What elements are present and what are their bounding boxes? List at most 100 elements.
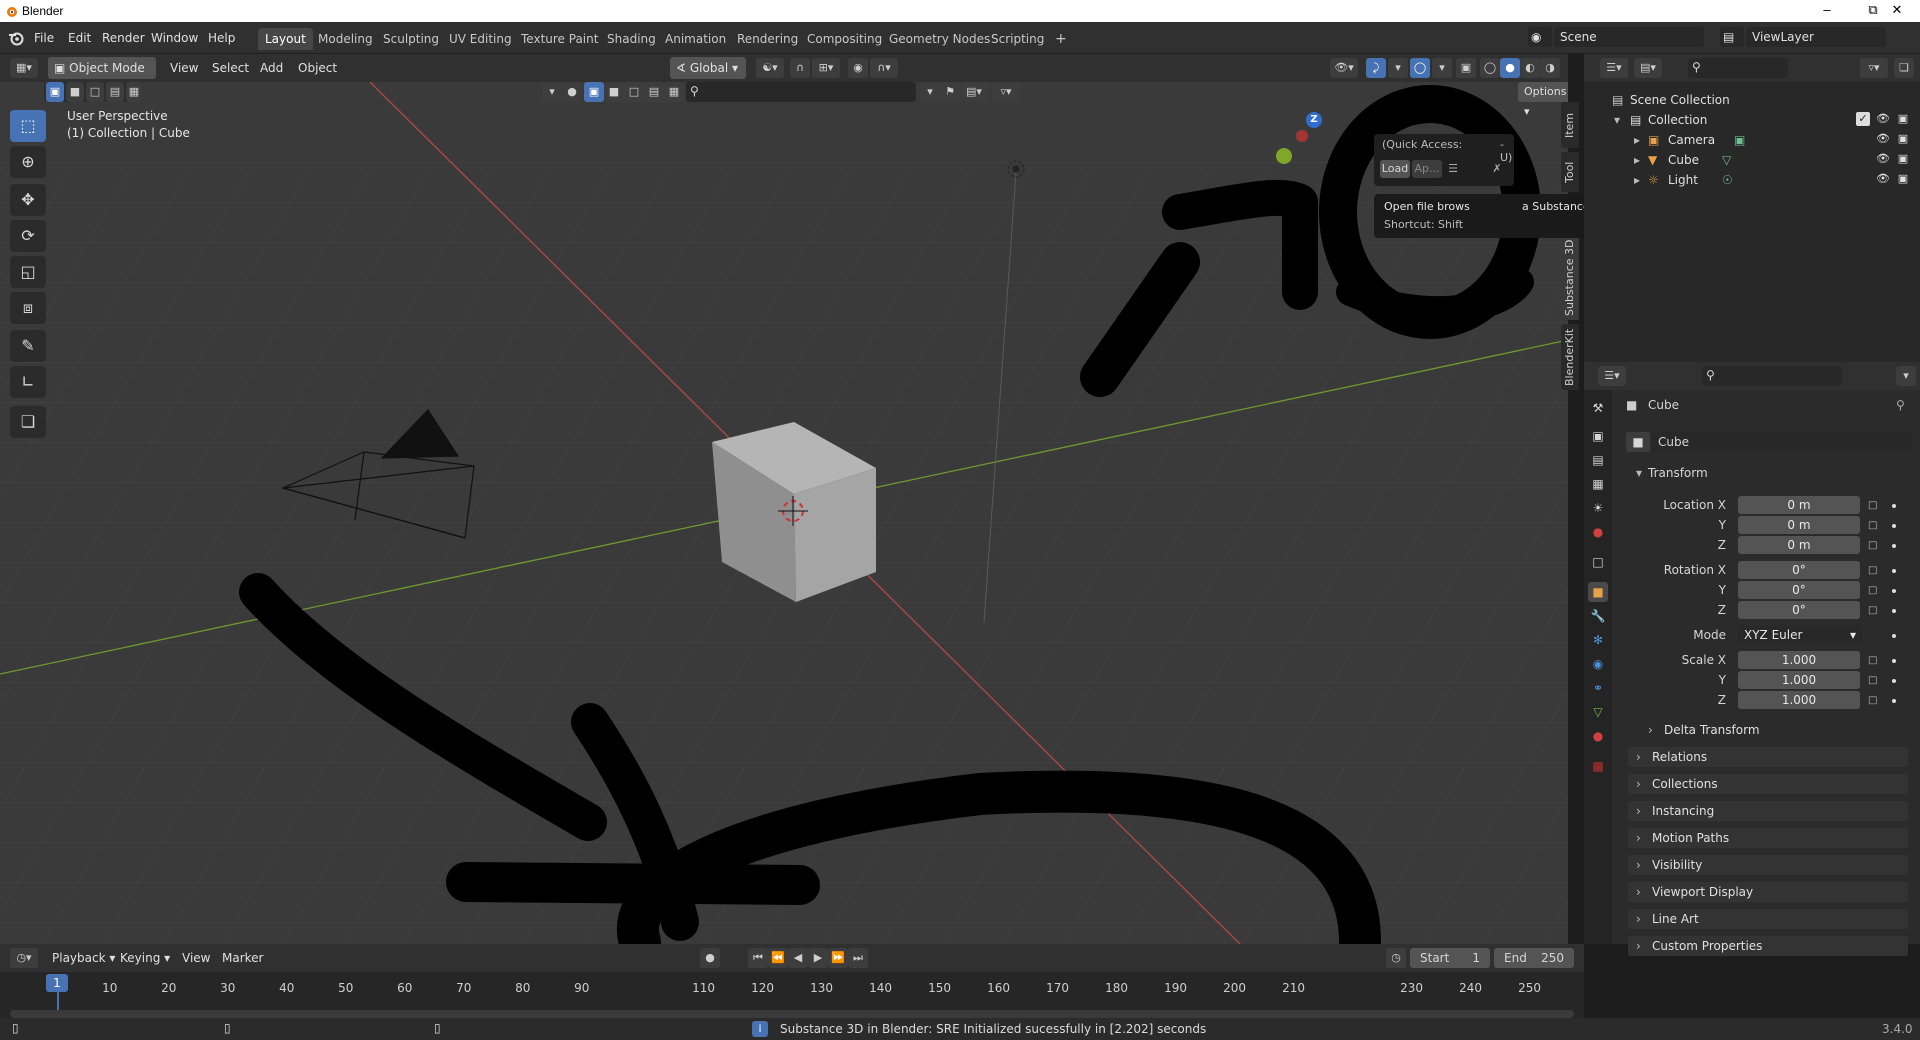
visibility-panel[interactable]: › Visibility <box>1628 855 1908 875</box>
menu-file[interactable]: File <box>28 28 60 48</box>
lock-icon[interactable]: □ <box>1868 565 1877 576</box>
minimize-icon[interactable]: – <box>1804 0 1850 22</box>
collapse-icon[interactable]: ▾ <box>542 82 562 102</box>
motion-paths-panel[interactable]: › Motion Paths <box>1628 828 1908 848</box>
keyframe-dot[interactable] <box>1892 589 1896 593</box>
select-subtract-icon[interactable]: □ <box>624 82 644 102</box>
timeline-view-menu[interactable]: View <box>176 947 216 969</box>
layout-icon[interactable]: ▤▾ <box>960 82 988 102</box>
outliner-scene-collection[interactable]: ▤ Scene Collection <box>1584 90 1920 110</box>
rotation-y-field[interactable]: 0° <box>1738 581 1860 599</box>
mesh-data-icon[interactable]: ▽ <box>1722 150 1731 170</box>
close-icon[interactable]: ✕ <box>1874 0 1920 22</box>
select-subtract-icon-2[interactable]: □ <box>86 82 104 102</box>
keyframe-dot[interactable] <box>1892 634 1896 638</box>
bookmark-icon[interactable]: ⚑ <box>940 82 960 102</box>
solid-shading-icon[interactable]: ● <box>1500 58 1520 78</box>
eye-icon[interactable]: 👁 <box>1876 112 1890 126</box>
texture-tab-icon[interactable]: ▩ <box>1588 756 1608 776</box>
measure-tool-icon[interactable]: ∟ <box>10 366 46 398</box>
delta-transform-panel[interactable]: › Delta Transform <box>1640 720 1908 740</box>
options-dropdown[interactable]: Options ▾ <box>1518 82 1568 118</box>
chevron-right-icon[interactable]: ▸ <box>1634 130 1640 150</box>
play-icon[interactable]: ▶ <box>808 948 828 968</box>
blender-menu-icon[interactable] <box>8 30 24 46</box>
eye-icon[interactable]: 👁 <box>1876 152 1890 166</box>
light-data-icon[interactable]: ☉ <box>1722 170 1733 190</box>
keyframe-dot[interactable] <box>1892 679 1896 683</box>
keyframe-dot[interactable] <box>1892 699 1896 703</box>
collections-panel[interactable]: › Collections <box>1628 774 1908 794</box>
options-chevron-icon[interactable]: ▾ <box>1896 366 1916 386</box>
tab-shading[interactable]: Shading <box>600 28 663 50</box>
menu-object[interactable]: Object <box>292 57 343 79</box>
tab-blenderkit[interactable]: BlenderKit <box>1561 324 1579 390</box>
object-browse-icon[interactable]: ■ <box>1626 432 1650 452</box>
camera-render-icon[interactable]: ▣ <box>1896 112 1910 126</box>
tab-sculpting[interactable]: Sculpting <box>376 28 446 50</box>
camera-data-icon[interactable]: ▣ <box>1734 130 1745 150</box>
3d-viewport[interactable]: Z Options ▾ ▾ ● ▣ ■ □ ▤ ▦ ⚲ ▾ ⚑ ▤▾ ▿▾ <box>0 82 1568 944</box>
camera-render-icon[interactable]: ▣ <box>1896 172 1910 186</box>
jump-start-icon[interactable]: ⏮ <box>748 948 768 968</box>
object-tab-icon[interactable]: ■ <box>1588 582 1608 602</box>
scene-tab-icon[interactable]: ☀ <box>1588 498 1608 518</box>
add-cube-tool-icon[interactable]: ❏ <box>10 406 46 438</box>
select-set-icon[interactable]: ▣ <box>46 82 64 102</box>
gizmo-y-axis[interactable] <box>1276 148 1292 164</box>
outliner-row-cube[interactable]: ▸ ▼ Cube ▽ 👁 ▣ <box>1584 150 1920 170</box>
output-tab-icon[interactable]: ▤ <box>1588 450 1608 470</box>
exclude-checkbox[interactable]: ✓ <box>1856 112 1870 126</box>
keyframe-dot[interactable] <box>1892 524 1896 528</box>
gizmo-dropdown-icon[interactable]: ▾ <box>1388 58 1408 78</box>
auto-key-icon[interactable]: ● <box>700 948 720 968</box>
tab-texture-paint[interactable]: Texture Paint <box>514 28 605 50</box>
outliner-search-input[interactable]: ⚲ <box>1688 58 1788 78</box>
outliner-collection[interactable]: ▾ ▤ Collection ✓ 👁 ▣ <box>1584 110 1920 130</box>
pin-icon[interactable]: ⚲ <box>1896 398 1905 412</box>
outliner-editor-icon[interactable]: ☰▾ <box>1600 58 1628 78</box>
properties-search-input[interactable]: ⚲ <box>1702 366 1842 386</box>
location-y-field[interactable]: 0 m <box>1738 516 1860 534</box>
tab-rendering[interactable]: Rendering <box>730 28 805 50</box>
select-box-mode-icon[interactable]: ▣ <box>584 82 604 102</box>
proportional-falloff-icon[interactable]: ∩▾ <box>870 58 898 78</box>
location-x-field[interactable]: 0 m <box>1738 496 1860 514</box>
properties-editor-icon[interactable]: ☰▾ <box>1598 366 1626 386</box>
tab-animation[interactable]: Animation <box>658 28 733 50</box>
snap-target-icon[interactable]: ⊞▾ <box>812 58 840 78</box>
playback-menu[interactable]: Playback ▾ <box>46 947 121 969</box>
rotate-tool-icon[interactable]: ⟳ <box>10 220 46 252</box>
tab-substance-3d[interactable]: Substance 3D <box>1561 236 1579 320</box>
select-intersect-icon-2[interactable]: ▦ <box>126 82 142 102</box>
tab-compositing[interactable]: Compositing <box>800 28 889 50</box>
select-invert-icon[interactable]: ▦ <box>664 82 684 102</box>
annotate-tool-icon[interactable]: ✎ <box>10 330 46 362</box>
camera-render-icon[interactable]: ▣ <box>1896 152 1910 166</box>
object-mode-dropdown[interactable]: ▣ Object Mode ▾ <box>48 57 156 97</box>
viewport-search-input[interactable]: ⚲ <box>686 82 916 102</box>
snap-icon[interactable]: ∩ <box>790 58 810 78</box>
particles-tab-icon[interactable]: ✻ <box>1588 630 1608 650</box>
gizmo-toggle-icon[interactable]: ⤸ <box>1366 58 1386 78</box>
xray-icon[interactable]: ▣ <box>1456 58 1476 78</box>
tab-layout[interactable]: Layout <box>258 28 313 50</box>
rotation-mode-dropdown[interactable]: XYZ Euler ▾ <box>1738 626 1862 644</box>
material-shading-icon[interactable]: ◐ <box>1520 58 1540 78</box>
object-name-field[interactable]: Cube <box>1652 432 1912 452</box>
keying-menu[interactable]: Keying ▾ <box>114 947 176 969</box>
menu-help[interactable]: Help <box>202 28 241 48</box>
filter-icon[interactable]: ▿▾ <box>992 82 1020 102</box>
preview-range-icon[interactable]: ◷ <box>1386 948 1406 968</box>
custom-properties-panel[interactable]: › Custom Properties <box>1628 936 1908 956</box>
proportional-edit-icon[interactable]: ◉ <box>848 58 868 78</box>
keyframe-dot[interactable] <box>1892 609 1896 613</box>
tab-uv-editing[interactable]: UV Editing <box>442 28 519 50</box>
outliner-filter-icon[interactable]: ▿▾ <box>1860 58 1888 78</box>
menu-render[interactable]: Render <box>96 28 151 48</box>
lock-icon[interactable]: □ <box>1868 500 1877 511</box>
tab-item[interactable]: Item <box>1561 102 1579 148</box>
material-tab-icon[interactable]: ● <box>1588 726 1608 746</box>
viewlayer-browse-icon[interactable]: ▤ <box>1720 27 1744 47</box>
overlay-toggle-icon[interactable]: ◯ <box>1410 58 1430 78</box>
